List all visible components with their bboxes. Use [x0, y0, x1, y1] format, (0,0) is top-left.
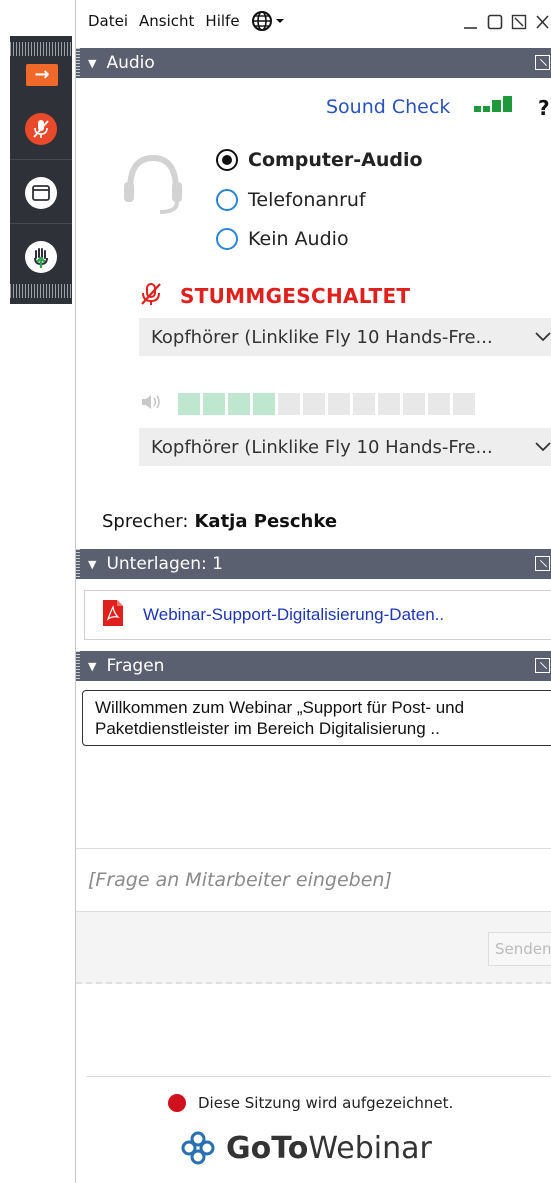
- microphone-muted-icon[interactable]: [140, 282, 162, 310]
- help-button[interactable]: ?: [538, 96, 550, 120]
- brand-goto: GoTo: [226, 1130, 309, 1166]
- brand-webinar: Webinar: [308, 1130, 432, 1166]
- popout-icon[interactable]: [511, 14, 527, 30]
- question-input[interactable]: [Frage an Mitarbeiter eingeben]: [76, 848, 551, 912]
- collapse-triangle-icon: ▼: [88, 557, 97, 571]
- popout-section-icon[interactable]: [535, 556, 550, 571]
- toolbar-grip-bottom[interactable]: [10, 284, 72, 298]
- meter-segment: [228, 393, 250, 415]
- meter-segment: [328, 393, 350, 415]
- meter-segment: [253, 393, 275, 415]
- speaker-name: Katja Peschke: [194, 511, 338, 532]
- grab-tab-toolbar: →: [10, 36, 72, 304]
- microphone-muted-icon: [25, 112, 57, 145]
- menu-datei[interactable]: Datei: [88, 12, 128, 30]
- meter-segment: [353, 393, 375, 415]
- chevron-down-icon: [534, 324, 551, 355]
- raise-hand-icon: [25, 241, 57, 273]
- menu-ansicht[interactable]: Ansicht: [139, 12, 194, 30]
- toolbar-grip-top[interactable]: [10, 42, 72, 56]
- meter-segment: [303, 393, 325, 415]
- collapse-arrow-icon[interactable]: →: [26, 64, 58, 86]
- questions-section-header[interactable]: ▼ Fragen: [76, 651, 551, 681]
- questions-section-title: Fragen: [106, 656, 165, 676]
- audio-option-label: Telefonanruf: [248, 189, 366, 211]
- microphone-toggle-button[interactable]: [10, 98, 72, 160]
- popout-section-icon[interactable]: [535, 55, 550, 70]
- audio-option-computer[interactable]: Computer-Audio: [216, 149, 423, 171]
- window-icon: [25, 176, 57, 209]
- speaker-level-row: [140, 392, 475, 416]
- muted-status-row[interactable]: STUMMGESCHALTET: [140, 282, 410, 310]
- meter-segment: [428, 393, 450, 415]
- pdf-file-icon: [101, 599, 125, 631]
- radio-computer-audio[interactable]: [216, 149, 238, 171]
- meter-segment: [178, 393, 200, 415]
- audio-option-phone[interactable]: Telefonanruf: [216, 189, 366, 211]
- sound-check-link[interactable]: Sound Check: [326, 96, 450, 118]
- welcome-message: Willkommen zum Webinar „Support für Post…: [82, 690, 551, 746]
- meter-segment: [378, 393, 400, 415]
- control-panel: Datei Ansicht Hilfe ▼ Audio Sound Check …: [75, 0, 551, 1183]
- headset-icon: [120, 150, 186, 224]
- handouts-section-header[interactable]: ▼ Unterlagen: 1: [76, 549, 551, 579]
- window-controls: [463, 14, 549, 30]
- meter-segment: [453, 393, 475, 415]
- speaker-volume-icon: [140, 392, 166, 416]
- collapse-triangle-icon: ▼: [88, 659, 97, 673]
- menu-bar: Datei Ansicht Hilfe: [76, 0, 551, 42]
- popout-section-icon[interactable]: [535, 658, 550, 673]
- minimize-icon[interactable]: [463, 14, 479, 30]
- muted-status-text: STUMMGESCHALTET: [180, 284, 411, 308]
- audio-option-none[interactable]: Kein Audio: [216, 228, 349, 250]
- meter-segment: [203, 393, 225, 415]
- handout-file-link[interactable]: Webinar-Support-Digitalisierung-Daten..: [143, 605, 444, 625]
- chevron-down-icon: [534, 434, 551, 465]
- microphone-device-value: Kopfhörer (Linklike Fly 10 Hands-Fre...: [151, 326, 493, 348]
- raise-hand-button[interactable]: [10, 226, 72, 288]
- send-area: Senden: [76, 912, 551, 984]
- audio-option-label: Kein Audio: [248, 228, 349, 250]
- recording-notice-text: Diese Sitzung wird aufgezeichnet.: [198, 1094, 454, 1112]
- handouts-section-title: Unterlagen: 1: [106, 554, 223, 574]
- collapse-triangle-icon: ▼: [88, 56, 97, 70]
- gotowebinar-logo: GoTo Webinar: [180, 1130, 432, 1166]
- meter-segment: [278, 393, 300, 415]
- show-panel-button[interactable]: [10, 162, 72, 224]
- radio-telefonanruf[interactable]: [216, 189, 238, 211]
- signal-bars-icon: [474, 96, 512, 112]
- speaker-level-meter: [178, 393, 475, 415]
- handout-item[interactable]: Webinar-Support-Digitalisierung-Daten..: [84, 590, 551, 640]
- microphone-device-select[interactable]: Kopfhörer (Linklike Fly 10 Hands-Fre...: [139, 318, 551, 356]
- meter-segment: [403, 393, 425, 415]
- audio-option-label: Computer-Audio: [248, 149, 423, 171]
- audio-section-header[interactable]: ▼ Audio: [76, 48, 551, 78]
- close-icon[interactable]: [535, 14, 549, 30]
- recording-dot-icon: [168, 1094, 186, 1112]
- send-button[interactable]: Senden: [488, 932, 551, 966]
- radio-kein-audio[interactable]: [216, 228, 238, 250]
- menu-hilfe[interactable]: Hilfe: [205, 12, 239, 30]
- audio-section-title: Audio: [106, 53, 155, 73]
- maximize-icon[interactable]: [487, 14, 503, 30]
- language-globe-icon[interactable]: [251, 10, 285, 32]
- footer-divider: [86, 1076, 551, 1077]
- speaker-device-select[interactable]: Kopfhörer (Linklike Fly 10 Hands-Fre...: [139, 428, 551, 466]
- current-speaker: Sprecher: Katja Peschke: [102, 511, 337, 532]
- speaker-label: Sprecher:: [102, 511, 189, 532]
- speaker-device-value: Kopfhörer (Linklike Fly 10 Hands-Fre...: [151, 436, 493, 458]
- recording-notice: Diese Sitzung wird aufgezeichnet.: [168, 1094, 453, 1112]
- gotowebinar-flower-icon: [181, 1131, 215, 1165]
